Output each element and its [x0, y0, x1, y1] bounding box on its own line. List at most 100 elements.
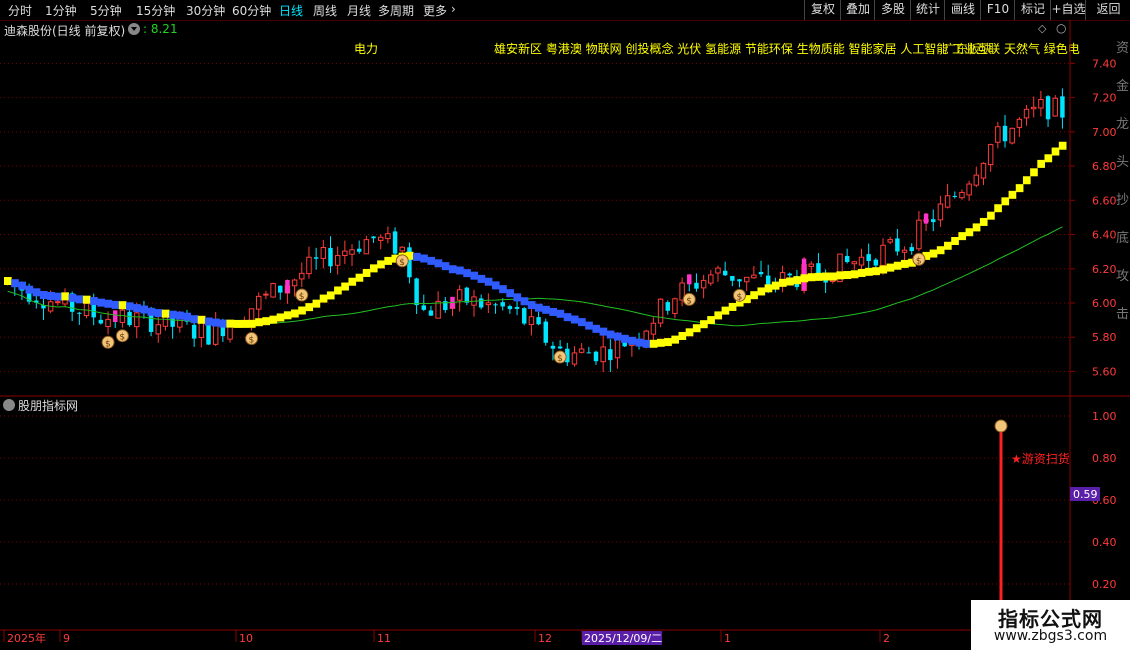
candle-up [291, 279, 298, 287]
support-step [692, 324, 701, 333]
support-step [599, 327, 608, 336]
candle-down [737, 279, 742, 282]
support-step [154, 309, 163, 318]
candle-down [428, 310, 434, 316]
support-step [197, 315, 206, 324]
support-step [441, 262, 450, 271]
date-label: 2 [883, 632, 890, 645]
date-label: 2025年 [7, 631, 46, 645]
support-step [269, 315, 278, 324]
support-step [420, 254, 428, 263]
candle-up [600, 346, 606, 363]
support-step [786, 277, 794, 286]
candle-down [536, 317, 541, 325]
support-step [728, 302, 737, 311]
candle-up [700, 279, 707, 289]
support-step [377, 260, 385, 269]
support-step [90, 297, 98, 306]
support-step [585, 321, 593, 330]
support-step [929, 249, 938, 258]
support-step [499, 285, 507, 294]
candle-down [392, 231, 398, 254]
candle-down [557, 346, 563, 349]
support-step [1037, 159, 1045, 168]
money-bag-symbol: $ [737, 292, 743, 302]
support-step [369, 264, 378, 273]
support-step [721, 306, 730, 315]
support-step [778, 278, 787, 287]
price-tick-label: 6.40 [1092, 229, 1117, 242]
money-bag-symbol: $ [299, 292, 305, 302]
support-step [11, 279, 19, 288]
watermark-logo: 指标公式网 www.zbgs3.com [971, 600, 1130, 650]
chevron-down-icon[interactable] [3, 399, 15, 411]
support-step [47, 291, 55, 300]
side-char: 击 [1116, 307, 1129, 322]
candle-down [98, 319, 104, 324]
candle-up [198, 322, 205, 338]
support-step [700, 320, 708, 329]
support-step [319, 294, 328, 303]
candle-down [844, 255, 850, 263]
support-step [262, 317, 270, 326]
candle-down [371, 236, 376, 239]
candle-up [1030, 106, 1037, 110]
support-step [276, 313, 285, 322]
candle-down [931, 219, 936, 223]
side-char: 抄 [1116, 193, 1129, 208]
support-step [4, 277, 12, 286]
candle-down [722, 270, 728, 276]
indicator-title: 股朋指标网 [18, 398, 78, 413]
watermark-url: www.zbgs3.com [993, 628, 1108, 644]
support-step [54, 292, 62, 301]
candle-up [672, 298, 678, 314]
candle-down [464, 287, 470, 303]
support-step [994, 204, 1002, 213]
side-char: 金 [1116, 78, 1129, 94]
price-tick-label: 6.60 [1092, 194, 1117, 207]
support-step [685, 328, 694, 337]
candle-down [730, 275, 735, 281]
support-step [147, 307, 156, 316]
support-step [570, 315, 579, 324]
candle-down [758, 271, 764, 275]
candle-down [77, 312, 82, 314]
candle-up [880, 244, 886, 266]
date-label: 10 [239, 632, 253, 645]
candle-up [743, 276, 750, 283]
support-step [434, 259, 443, 268]
highlight-candle [687, 274, 692, 285]
candle-up [363, 239, 370, 255]
candle-up [270, 283, 276, 298]
date-label: 12 [538, 632, 552, 645]
support-step [1030, 168, 1038, 177]
support-step [635, 338, 644, 347]
candle-up [377, 236, 384, 241]
support-step [664, 338, 672, 347]
money-bag-symbol: $ [119, 333, 125, 343]
support-step [865, 267, 873, 276]
candle-down [522, 308, 527, 324]
value-badge-text: 0.59 [1073, 488, 1098, 501]
indicator-tick-label: 0.80 [1092, 452, 1117, 465]
support-step [384, 256, 392, 265]
money-bag-symbol: $ [557, 354, 563, 364]
side-char: 攻 [1116, 269, 1129, 284]
support-step [807, 273, 816, 282]
candle-down [550, 345, 556, 349]
candle-up [1052, 97, 1058, 117]
support-step [118, 301, 127, 310]
candle-up [916, 219, 922, 250]
support-step [563, 313, 572, 322]
cursor-date-label: 2025/12/09/二 [584, 632, 662, 645]
support-step [549, 307, 558, 316]
support-step [1051, 147, 1060, 156]
support-step [893, 261, 902, 270]
candle-up [155, 324, 162, 335]
support-step [764, 284, 773, 293]
money-bag-icon [994, 419, 1008, 433]
support-step [621, 334, 629, 343]
support-step [305, 303, 314, 312]
support-step [972, 223, 981, 232]
support-step [298, 306, 306, 315]
